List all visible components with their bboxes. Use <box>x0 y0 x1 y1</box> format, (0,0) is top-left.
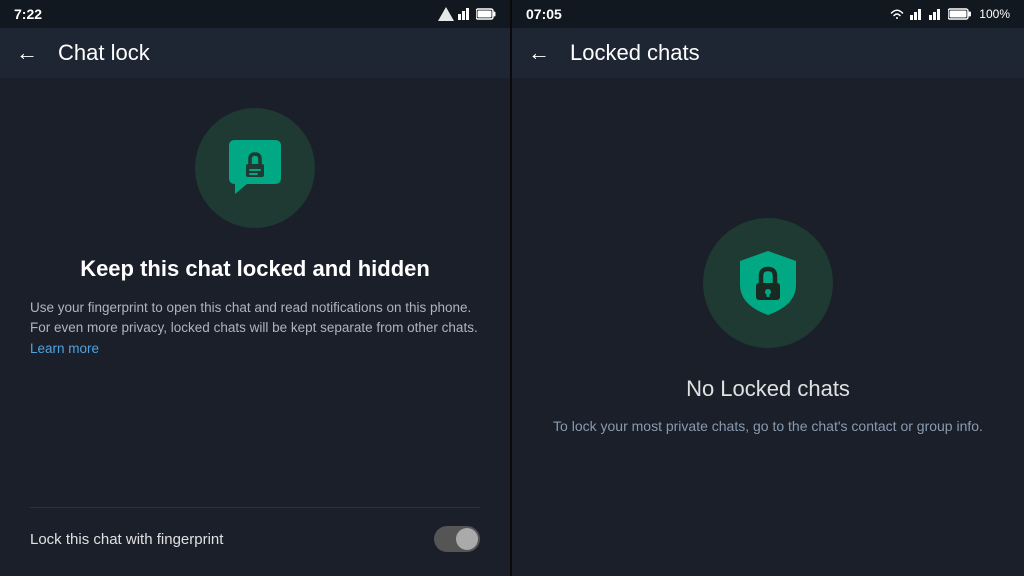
right-main-content: No Locked chats To lock your most privat… <box>512 78 1024 576</box>
left-panel: 7:22 ← Chat lock <box>0 0 512 576</box>
right-body-text: To lock your most private chats, go to t… <box>553 416 983 437</box>
signal-bar-2-icon <box>929 8 943 20</box>
lock-toggle[interactable] <box>434 526 480 552</box>
bars-icon <box>458 8 472 20</box>
left-screen-title: Chat lock <box>58 40 150 66</box>
signal-icon <box>438 7 454 21</box>
status-bar-left: 7:22 <box>0 0 510 28</box>
back-button-right[interactable]: ← <box>528 40 550 66</box>
left-body-text: Use your fingerprint to open this chat a… <box>30 298 480 359</box>
left-headline: Keep this chat locked and hidden <box>80 256 430 282</box>
left-main-content: Keep this chat locked and hidden Use you… <box>0 78 510 576</box>
toggle-row: Lock this chat with fingerprint <box>30 507 480 576</box>
app-bar-left: ← Chat lock <box>0 28 510 78</box>
battery-percentage: 100% <box>979 7 1010 21</box>
battery-icon-right <box>948 8 972 20</box>
locked-chats-icon-circle <box>703 218 833 348</box>
shield-lock-svg <box>728 243 808 323</box>
chat-lock-svg <box>219 132 291 204</box>
right-headline: No Locked chats <box>686 376 850 402</box>
toggle-label: Lock this chat with fingerprint <box>30 531 223 548</box>
learn-more-link[interactable]: Learn more <box>30 341 99 356</box>
battery-icon-left <box>476 8 496 20</box>
left-status-icons <box>438 7 496 21</box>
back-button-left[interactable]: ← <box>16 40 38 66</box>
wifi-icon <box>889 8 905 20</box>
right-time: 07:05 <box>526 6 562 22</box>
right-screen-title: Locked chats <box>570 40 700 66</box>
signal-bar-1-icon <box>910 8 924 20</box>
left-time: 7:22 <box>14 6 42 22</box>
right-status-icons: 100% <box>889 7 1010 21</box>
chat-lock-icon-circle <box>195 108 315 228</box>
app-bar-right: ← Locked chats <box>512 28 1024 78</box>
status-bar-right: 07:05 <box>512 0 1024 28</box>
right-panel: 07:05 <box>512 0 1024 576</box>
